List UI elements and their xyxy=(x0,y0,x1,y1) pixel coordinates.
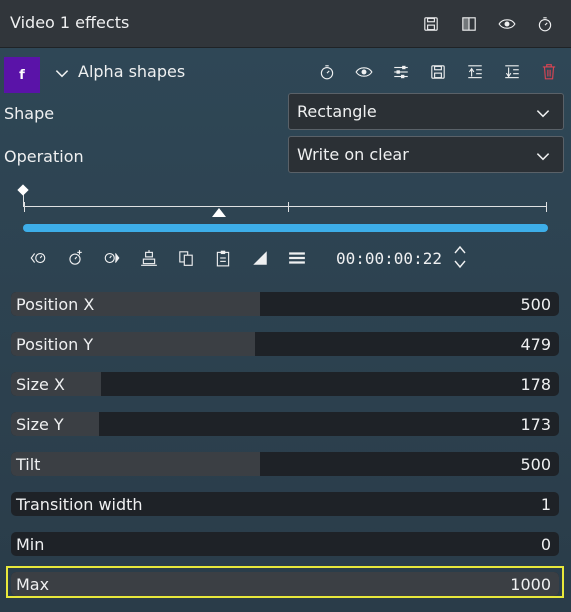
slider-value: 500 xyxy=(520,295,551,314)
chevron-down-icon xyxy=(531,102,555,126)
keyframe-marker[interactable] xyxy=(17,184,29,196)
shape-label: Shape xyxy=(4,104,55,123)
effect-body: f Alpha shapes Shape Rectangle Operation… xyxy=(0,48,571,612)
keyframe-timeline[interactable] xyxy=(17,184,553,236)
move-up-icon[interactable] xyxy=(463,60,487,84)
focus-highlight xyxy=(6,566,564,598)
shape-dropdown[interactable]: Rectangle xyxy=(288,93,564,130)
tilt-slider[interactable]: Tilt 500 xyxy=(11,452,559,476)
timecode-spinner-icon[interactable] xyxy=(452,243,468,275)
effect-toolbar xyxy=(315,60,561,84)
slider-label: Transition width xyxy=(16,495,143,514)
timeline-tick xyxy=(546,202,547,212)
position-x-slider[interactable]: Position X 500 xyxy=(11,292,559,316)
operation-dropdown[interactable]: Write on clear xyxy=(288,136,564,173)
keyframe-stopwatch-icon[interactable] xyxy=(315,60,339,84)
min-slider[interactable]: Min 0 xyxy=(11,532,559,556)
slider-label: Tilt xyxy=(16,455,41,474)
slider-label: Position Y xyxy=(16,335,94,354)
slider-fill xyxy=(11,452,261,476)
previous-keyframe-icon[interactable] xyxy=(26,246,50,270)
operation-value: Write on clear xyxy=(297,145,409,164)
slider-value: 0 xyxy=(540,535,551,554)
stopwatch-icon[interactable] xyxy=(533,12,557,36)
slider-value: 1 xyxy=(540,495,551,514)
slider-label: Position X xyxy=(16,295,95,314)
shape-value: Rectangle xyxy=(297,102,377,121)
effect-name[interactable]: Alpha shapes xyxy=(78,62,185,81)
timeline-tick xyxy=(24,202,25,212)
keyframe-toolbar xyxy=(26,246,309,270)
chevron-down-icon xyxy=(531,145,555,169)
effect-stack-panel: Video 1 effects f Alpha shapes Shape Rec… xyxy=(0,0,571,612)
save-preset-icon[interactable] xyxy=(426,60,450,84)
slider-label: Size X xyxy=(16,375,65,394)
timeline-ruler xyxy=(24,206,547,207)
timeline-range-bar[interactable] xyxy=(23,224,548,232)
copy-icon[interactable] xyxy=(174,246,198,270)
align-center-icon[interactable] xyxy=(137,246,161,270)
size-x-slider[interactable]: Size X 178 xyxy=(11,372,559,396)
chevron-down-icon[interactable] xyxy=(50,62,74,86)
save-stack-icon[interactable] xyxy=(419,12,443,36)
interpolation-ramp-icon[interactable] xyxy=(248,246,272,270)
slider-value: 178 xyxy=(520,375,551,394)
timeline-tick xyxy=(288,202,289,212)
paste-icon[interactable] xyxy=(211,246,235,270)
settings-sliders-icon[interactable] xyxy=(389,60,413,84)
panel-title: Video 1 effects xyxy=(10,13,130,32)
slider-value: 500 xyxy=(520,455,551,474)
title-bar: Video 1 effects xyxy=(0,0,571,48)
timecode-display[interactable]: 00:00:00:22 xyxy=(336,249,442,268)
playhead-cursor[interactable] xyxy=(212,208,226,217)
position-y-slider[interactable]: Position Y 479 xyxy=(11,332,559,356)
transition-width-slider[interactable]: Transition width 1 xyxy=(11,492,559,516)
operation-label: Operation xyxy=(4,147,84,166)
menu-icon[interactable] xyxy=(285,246,309,270)
delete-effect-icon[interactable] xyxy=(537,60,561,84)
eye-icon[interactable] xyxy=(495,12,519,36)
slider-label: Min xyxy=(16,535,45,554)
add-keyframe-icon[interactable] xyxy=(63,246,87,270)
move-down-icon[interactable] xyxy=(500,60,524,84)
title-bar-toolbar xyxy=(419,12,557,36)
effect-badge[interactable]: f xyxy=(4,57,40,93)
effect-header: f Alpha shapes xyxy=(0,52,571,93)
slider-value: 479 xyxy=(520,335,551,354)
compare-split-icon[interactable] xyxy=(457,12,481,36)
next-keyframe-icon[interactable] xyxy=(100,246,124,270)
slider-value: 173 xyxy=(520,415,551,434)
size-y-slider[interactable]: Size Y 173 xyxy=(11,412,559,436)
eye-icon[interactable] xyxy=(352,60,376,84)
slider-label: Size Y xyxy=(16,415,64,434)
